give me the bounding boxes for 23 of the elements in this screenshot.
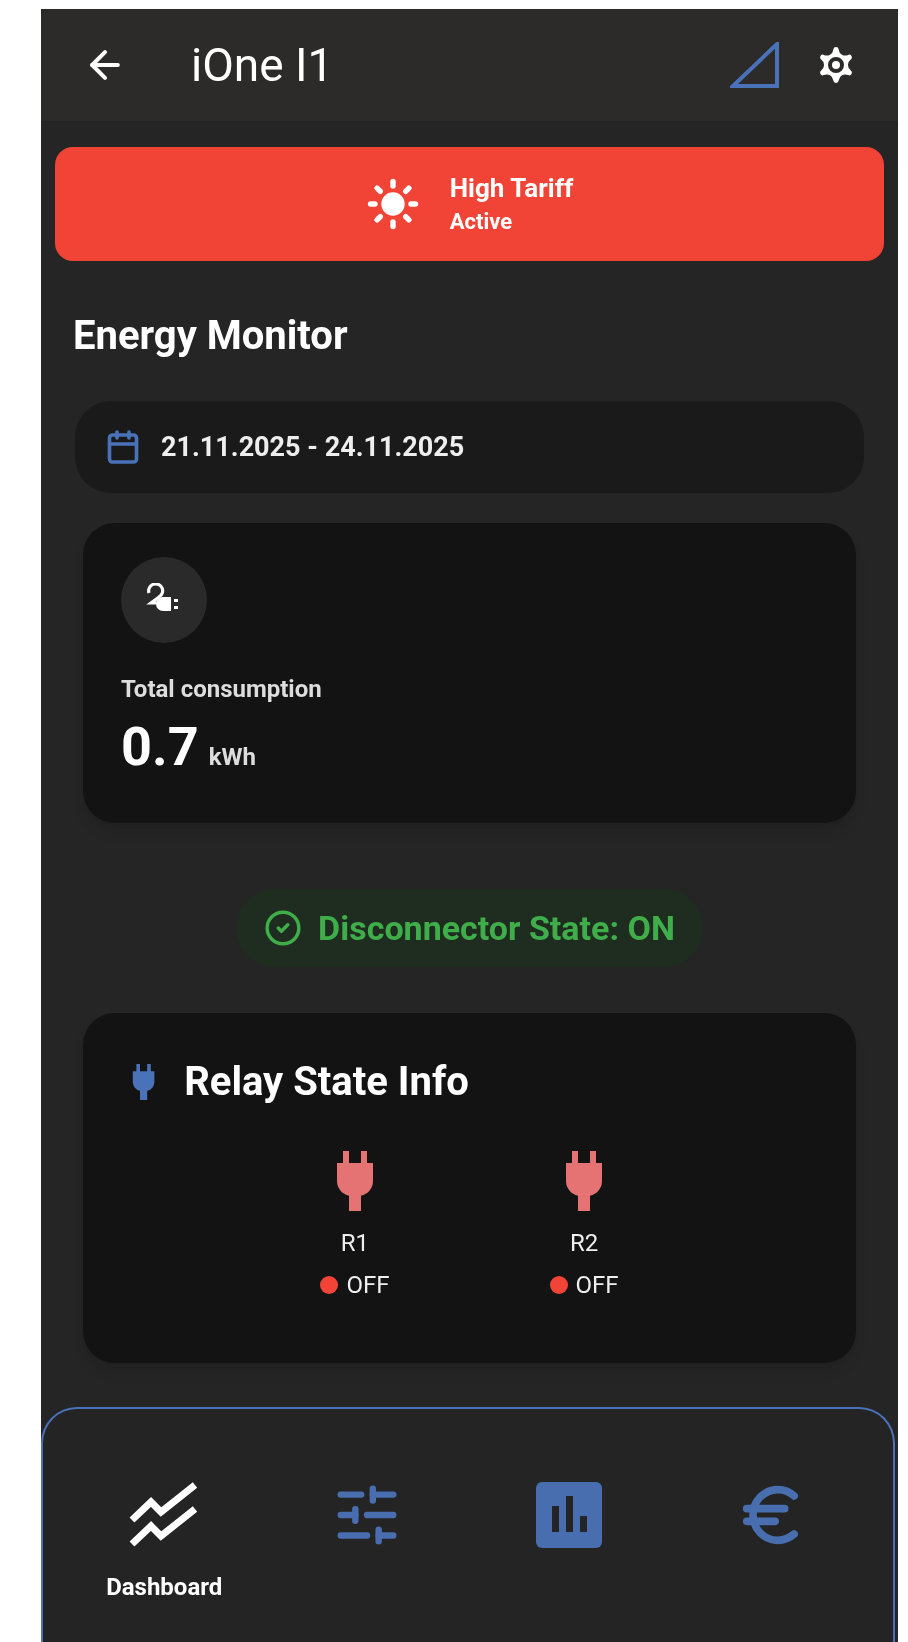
check-circle-icon: [264, 909, 303, 947]
consumption-value: 0.7: [121, 717, 199, 777]
relay-name: R2: [569, 1228, 599, 1259]
calendar-icon: [105, 429, 141, 465]
sun-icon: [365, 177, 420, 231]
app-title: iOne I1: [191, 42, 334, 88]
relay-state: OFF: [346, 1270, 390, 1301]
nav-tab[interactable]: Dashboard: [84, 1475, 245, 1605]
plug-icon: [563, 1151, 605, 1211]
signal-icon: [730, 42, 780, 88]
consumption-unit: kWh: [208, 742, 256, 773]
consumption-label: Total consumption: [121, 674, 322, 705]
relay-card-title: Relay State Info: [184, 1057, 469, 1107]
section-title: Energy Monitor: [73, 311, 349, 361]
trend-lines-icon: [129, 1482, 200, 1548]
date-range-field[interactable]: 21.11.2025 - 24.11.2025: [75, 401, 864, 493]
tariff-status: Active: [449, 208, 514, 236]
bar-chart-icon: [536, 1482, 603, 1548]
disconnector-status-badge: Disconnector State: ON: [236, 889, 703, 967]
relay-state: OFF: [575, 1270, 619, 1301]
plug-icon: [131, 1064, 157, 1100]
relay-name: R1: [340, 1228, 370, 1259]
tariff-title: High Tariff: [449, 172, 574, 205]
